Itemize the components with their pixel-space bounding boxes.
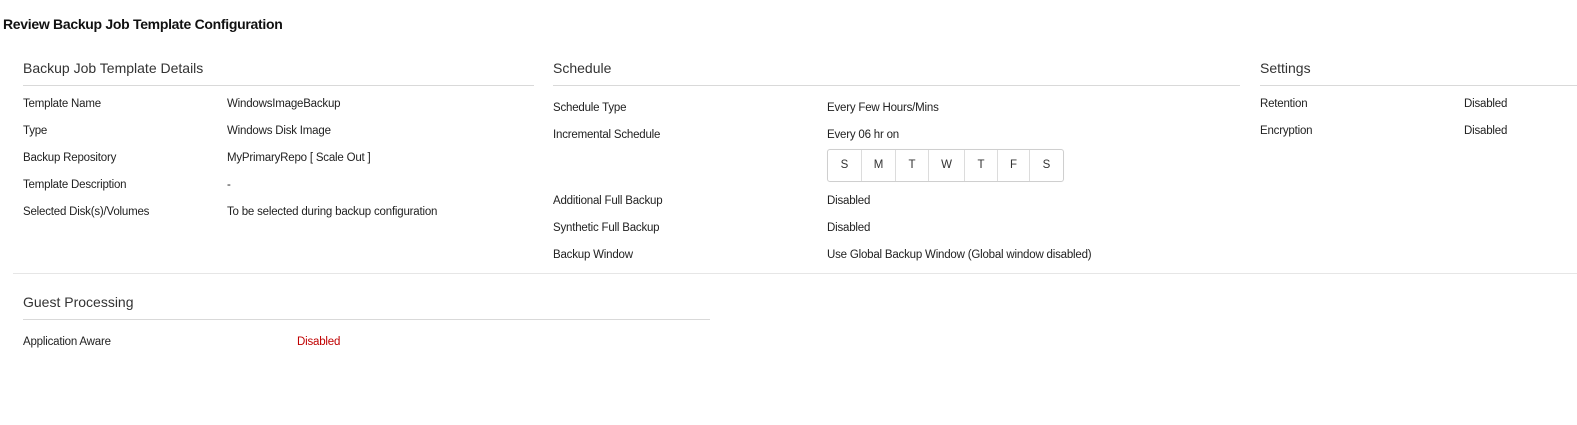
schedule-section: Schedule (553, 59, 1240, 86)
application-aware-label: Application Aware (23, 336, 111, 348)
day-tuesday[interactable]: T (896, 150, 929, 181)
type-label: Type (23, 125, 48, 137)
settings-title: Settings (1260, 59, 1577, 86)
type-value: Windows Disk Image (227, 125, 331, 137)
template-description-label: Template Description (23, 179, 127, 191)
day-sunday[interactable]: S (828, 150, 862, 181)
additional-full-backup-value: Disabled (827, 195, 871, 207)
incremental-schedule-label: Incremental Schedule (553, 129, 661, 141)
encryption-value: Disabled (1464, 125, 1508, 137)
backup-repository-value: MyPrimaryRepo [ Scale Out ] (227, 152, 371, 164)
template-name-value: WindowsImageBackup (227, 98, 341, 110)
schedule-title: Schedule (553, 59, 1240, 86)
synthetic-full-backup-value: Disabled (827, 222, 871, 234)
section-divider (13, 273, 1577, 274)
settings-section: Settings (1260, 59, 1577, 86)
retention-value: Disabled (1464, 98, 1508, 110)
application-aware-value: Disabled (297, 336, 341, 348)
page-title: Review Backup Job Template Configuration (3, 16, 283, 32)
guest-processing-section: Guest Processing (23, 293, 710, 320)
day-wednesday[interactable]: W (929, 150, 965, 181)
synthetic-full-backup-label: Synthetic Full Backup (553, 222, 660, 234)
incremental-schedule-value: Every 06 hr on (827, 129, 899, 141)
schedule-type-label: Schedule Type (553, 102, 627, 114)
template-description-value: - (227, 179, 231, 191)
guest-processing-title: Guest Processing (23, 293, 710, 320)
day-saturday[interactable]: S (1030, 150, 1063, 181)
schedule-type-value: Every Few Hours/Mins (827, 102, 939, 114)
selected-disks-label: Selected Disk(s)/Volumes (23, 206, 150, 218)
template-details-title: Backup Job Template Details (23, 59, 534, 86)
weekday-selector: S M T W T F S (827, 149, 1064, 182)
encryption-label: Encryption (1260, 125, 1313, 137)
additional-full-backup-label: Additional Full Backup (553, 195, 663, 207)
backup-repository-label: Backup Repository (23, 152, 117, 164)
template-details-section: Backup Job Template Details (23, 59, 534, 86)
day-thursday[interactable]: T (965, 150, 998, 181)
day-monday[interactable]: M (862, 150, 896, 181)
backup-window-value: Use Global Backup Window (Global window … (827, 249, 1092, 261)
selected-disks-value: To be selected during backup configurati… (227, 206, 438, 218)
retention-label: Retention (1260, 98, 1308, 110)
day-friday[interactable]: F (998, 150, 1030, 181)
backup-window-label: Backup Window (553, 249, 633, 261)
template-name-label: Template Name (23, 98, 101, 110)
